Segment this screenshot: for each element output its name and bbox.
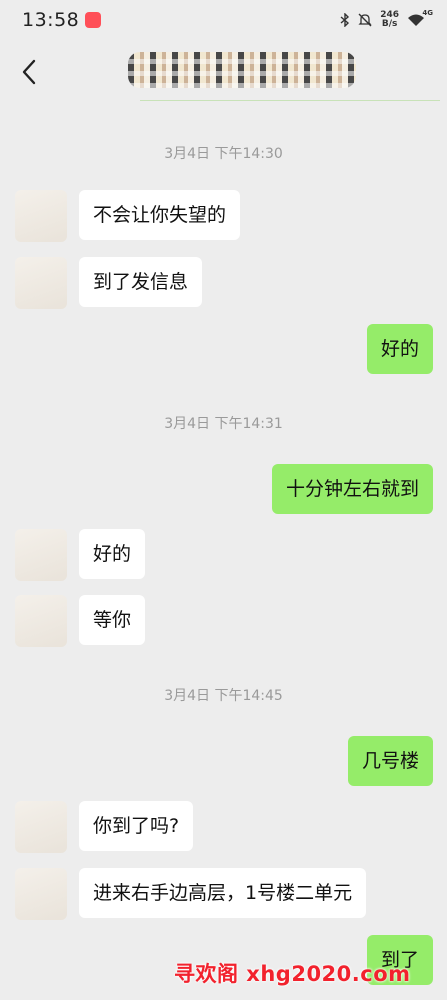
app-notification-icon (85, 12, 102, 28)
message-row: 好的 (15, 529, 146, 581)
back-button[interactable] (14, 55, 44, 89)
chat-header (0, 40, 447, 106)
avatar[interactable] (15, 529, 67, 581)
status-time: 13:58 (22, 9, 80, 31)
message-row: 几号楼 (347, 736, 433, 786)
mute-icon (358, 13, 372, 27)
message-row: 等你 (15, 595, 146, 647)
header-divider (140, 100, 440, 101)
bluetooth-icon (340, 13, 350, 27)
message-bubble[interactable]: 等你 (79, 595, 146, 645)
chevron-left-icon (22, 59, 36, 85)
message-row: 不会让你失望的 (15, 190, 241, 242)
message-row: 到了发信息 (15, 257, 203, 309)
network-speed: 246 B/s (380, 11, 399, 29)
message-bubble[interactable]: 你到了吗? (79, 801, 194, 851)
timestamp: 3月4日 下午14:30 (164, 146, 283, 162)
chat-messages: 3月4日 下午14:30 不会让你失望的 到了发信息 好的 3月4日 下午14:… (0, 106, 447, 1000)
message-bubble[interactable]: 不会让你失望的 (79, 190, 241, 240)
message-bubble[interactable]: 好的 (79, 529, 146, 579)
message-row: 你到了吗? (15, 801, 194, 853)
message-bubble[interactable]: 几号楼 (347, 736, 433, 786)
message-row: 好的 (366, 324, 433, 374)
avatar[interactable] (15, 595, 67, 647)
status-bar: 13:58 246 B/s 4G (0, 0, 447, 40)
watermark: 寻欢阁 xhg2020.com (174, 962, 411, 986)
avatar[interactable] (15, 801, 67, 853)
message-row: 十分钟左右就到 (271, 464, 433, 514)
message-row: 进来右手边高层，1号楼二单元 (15, 868, 367, 920)
timestamp: 3月4日 下午14:31 (164, 416, 283, 432)
signal-label: 4G (422, 9, 433, 17)
message-bubble[interactable]: 进来右手边高层，1号楼二单元 (79, 868, 367, 918)
avatar[interactable] (15, 190, 67, 242)
avatar[interactable] (15, 868, 67, 920)
message-bubble[interactable]: 到了发信息 (79, 257, 203, 307)
timestamp: 3月4日 下午14:45 (164, 688, 283, 704)
wifi-signal: 4G (407, 9, 433, 28)
status-icons: 246 B/s 4G (340, 9, 433, 29)
message-bubble[interactable]: 十分钟左右就到 (271, 464, 433, 514)
avatar[interactable] (15, 257, 67, 309)
message-bubble[interactable]: 好的 (366, 324, 433, 374)
network-speed-unit: B/s (381, 19, 398, 29)
contact-name-redacted (128, 52, 356, 88)
